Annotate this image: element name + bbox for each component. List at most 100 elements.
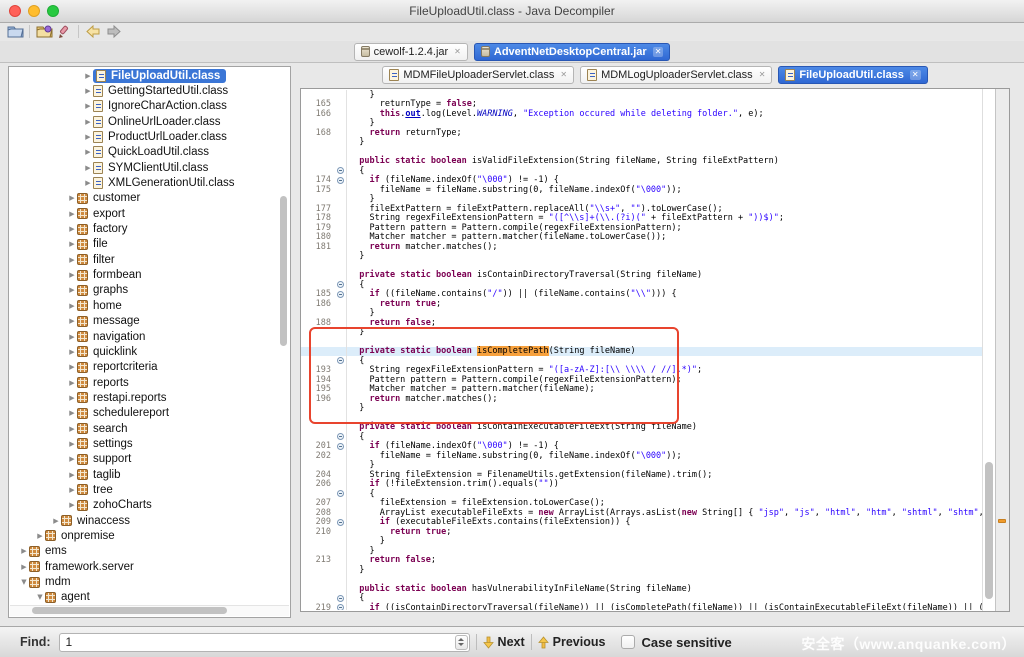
collapse-icon[interactable] (337, 177, 344, 184)
tree-item-SYMClientUtil.class[interactable]: ▶SYMClientUtil.class (9, 160, 278, 175)
tree-item-IgnoreCharAction.class[interactable]: ▶IgnoreCharAction.class (9, 99, 278, 114)
tree-item-QuickLoadUtil.class[interactable]: ▶QuickLoadUtil.class (9, 145, 278, 160)
chevron-right-icon[interactable]: ▶ (67, 194, 77, 202)
chevron-right-icon[interactable]: ▶ (83, 87, 93, 95)
chevron-right-icon[interactable]: ▶ (67, 409, 77, 417)
tree-item-export[interactable]: ▶export (9, 206, 278, 221)
tree-item-factory[interactable]: ▶factory (9, 221, 278, 236)
collapse-icon[interactable] (337, 490, 344, 497)
chevron-right-icon[interactable]: ▶ (83, 72, 93, 80)
collapse-icon[interactable] (337, 281, 344, 288)
open-type-icon[interactable] (34, 24, 54, 40)
close-icon[interactable]: ✕ (653, 47, 664, 57)
find-previous-button[interactable]: Previous (538, 635, 606, 649)
stepper-down-icon[interactable] (458, 643, 464, 646)
package-tree-panel[interactable]: ▶FileUploadUtil.class▶GettingStartedUtil… (8, 66, 291, 618)
tree-item-settings[interactable]: ▶settings (9, 436, 278, 451)
find-input[interactable] (59, 633, 470, 652)
tree-vertical-scrollbar-thumb[interactable] (280, 196, 287, 346)
chevron-right-icon[interactable]: ▶ (19, 563, 29, 571)
tree-item-OnlineUrlLoader.class[interactable]: ▶OnlineUrlLoader.class (9, 114, 278, 129)
chevron-right-icon[interactable]: ▶ (67, 240, 77, 248)
tab-MDMFileUploaderServlet.class[interactable]: MDMFileUploaderServlet.class✕ (382, 66, 574, 84)
chevron-right-icon[interactable]: ▶ (67, 210, 77, 218)
tree-item-zohoCharts[interactable]: ▶zohoCharts (9, 498, 278, 513)
chevron-right-icon[interactable]: ▶ (83, 102, 93, 110)
chevron-right-icon[interactable]: ▶ (67, 471, 77, 479)
collapse-icon[interactable] (337, 519, 344, 526)
tree-item-GettingStartedUtil.class[interactable]: ▶GettingStartedUtil.class (9, 83, 278, 98)
chevron-right-icon[interactable]: ▶ (67, 333, 77, 341)
chevron-right-icon[interactable]: ▶ (67, 271, 77, 279)
find-next-button[interactable]: Next (483, 635, 525, 649)
forward-icon[interactable] (103, 24, 123, 40)
tree-item-reportcriteria[interactable]: ▶reportcriteria (9, 360, 278, 375)
chevron-right-icon[interactable]: ▶ (67, 501, 77, 509)
search-type-icon[interactable] (54, 24, 74, 40)
chevron-down-icon[interactable]: ▼ (19, 578, 29, 586)
tree-item-schedulereport[interactable]: ▶schedulereport (9, 406, 278, 421)
tab-MDMLogUploaderServlet.class[interactable]: MDMLogUploaderServlet.class✕ (580, 66, 772, 84)
collapse-icon[interactable] (337, 443, 344, 450)
chevron-right-icon[interactable]: ▶ (19, 547, 29, 555)
chevron-right-icon[interactable]: ▶ (83, 133, 93, 141)
close-icon[interactable]: ✕ (454, 47, 461, 57)
editor-vertical-scrollbar[interactable] (982, 89, 996, 611)
code-editor[interactable]: }165 returnType = false;166 this.out.log… (300, 88, 1010, 612)
tab-AdventNetDesktopCentral.jar[interactable]: AdventNetDesktopCentral.jar✕ (474, 43, 671, 61)
editor-vertical-scrollbar-thumb[interactable] (985, 462, 993, 599)
chevron-right-icon[interactable]: ▶ (35, 532, 45, 540)
chevron-right-icon[interactable]: ▶ (83, 148, 93, 156)
collapse-icon[interactable] (337, 357, 344, 364)
chevron-right-icon[interactable]: ▶ (67, 225, 77, 233)
tree-item-support[interactable]: ▶support (9, 452, 278, 467)
tree-item-onpremise[interactable]: ▶onpremise (9, 528, 278, 543)
tree-item-reports[interactable]: ▶reports (9, 375, 278, 390)
tree-item-mdm[interactable]: ▼mdm (9, 574, 278, 589)
tree-item-winaccess[interactable]: ▶winaccess (9, 513, 278, 528)
chevron-right-icon[interactable]: ▶ (67, 394, 77, 402)
tree-item-formbean[interactable]: ▶formbean (9, 267, 278, 282)
tree-item-file[interactable]: ▶file (9, 237, 278, 252)
tab-cewolf-1.2.4.jar[interactable]: cewolf-1.2.4.jar✕ (354, 43, 468, 61)
tree-item-XMLGenerationUtil.class[interactable]: ▶XMLGenerationUtil.class (9, 175, 278, 190)
tree-item-restapi.reports[interactable]: ▶restapi.reports (9, 390, 278, 405)
close-icon[interactable]: ✕ (560, 70, 567, 80)
chevron-right-icon[interactable]: ▶ (67, 486, 77, 494)
tree-item-framework.server[interactable]: ▶framework.server (9, 559, 278, 574)
chevron-right-icon[interactable]: ▶ (67, 286, 77, 294)
tree-item-FileUploadUtil.class[interactable]: ▶FileUploadUtil.class (9, 68, 278, 83)
find-stepper[interactable] (455, 635, 468, 650)
chevron-down-icon[interactable]: ▼ (35, 593, 45, 601)
chevron-right-icon[interactable]: ▶ (67, 348, 77, 356)
tree-item-navigation[interactable]: ▶navigation (9, 329, 278, 344)
tree-horizontal-scrollbar-thumb[interactable] (32, 607, 227, 614)
close-icon[interactable]: ✕ (759, 70, 766, 80)
tab-FileUploadUtil.class[interactable]: FileUploadUtil.class✕ (778, 66, 927, 84)
annotation-marker[interactable] (998, 519, 1006, 523)
tree-item-customer[interactable]: ▶customer (9, 191, 278, 206)
collapse-icon[interactable] (337, 433, 344, 440)
collapse-icon[interactable] (337, 604, 344, 610)
collapse-icon[interactable] (337, 167, 344, 174)
chevron-right-icon[interactable]: ▶ (83, 118, 93, 126)
chevron-right-icon[interactable]: ▶ (67, 425, 77, 433)
tree-item-ems[interactable]: ▶ems (9, 544, 278, 559)
tree-horizontal-scrollbar[interactable] (10, 605, 289, 616)
tree-item-message[interactable]: ▶message (9, 314, 278, 329)
chevron-right-icon[interactable]: ▶ (67, 363, 77, 371)
chevron-right-icon[interactable]: ▶ (83, 164, 93, 172)
chevron-right-icon[interactable]: ▶ (51, 517, 61, 525)
chevron-right-icon[interactable]: ▶ (67, 317, 77, 325)
chevron-right-icon[interactable]: ▶ (67, 379, 77, 387)
chevron-right-icon[interactable]: ▶ (83, 179, 93, 187)
close-icon[interactable]: ✕ (910, 70, 921, 80)
tree-item-tree[interactable]: ▶tree (9, 482, 278, 497)
chevron-right-icon[interactable]: ▶ (67, 256, 77, 264)
tree-item-ProductUrlLoader.class[interactable]: ▶ProductUrlLoader.class (9, 129, 278, 144)
tree-item-quicklink[interactable]: ▶quicklink (9, 344, 278, 359)
tree-item-filter[interactable]: ▶filter (9, 252, 278, 267)
tree-item-search[interactable]: ▶search (9, 421, 278, 436)
chevron-right-icon[interactable]: ▶ (67, 440, 77, 448)
tree-vertical-scrollbar[interactable] (279, 67, 288, 605)
